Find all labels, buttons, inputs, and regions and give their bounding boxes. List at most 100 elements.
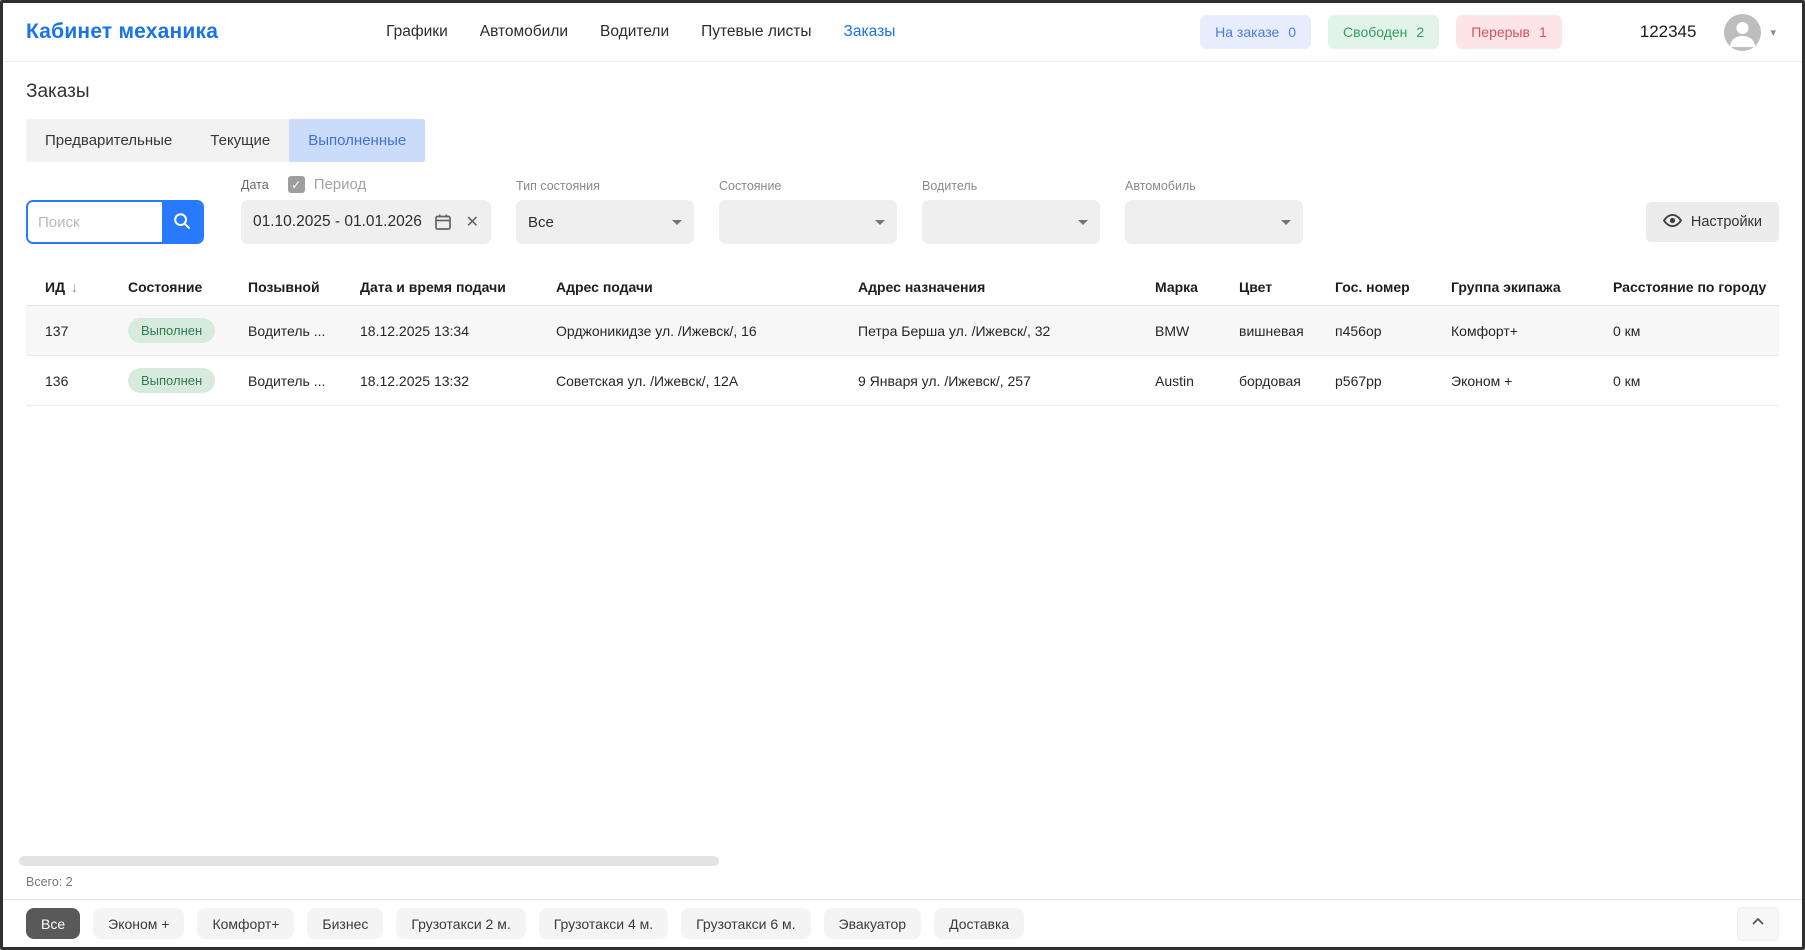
select-value: Все (528, 214, 672, 231)
nav-item[interactable]: Автомобили (480, 23, 568, 41)
badge-count: 2 (1416, 24, 1424, 40)
driver-status-badges: На заказе 0 Свободен 2 Перерыв 1 (1200, 15, 1562, 49)
tab[interactable]: Текущие (191, 119, 289, 162)
cell-id: 137 (45, 323, 128, 339)
crew-group-chip[interactable]: Эконом + (93, 908, 184, 939)
status-counter-badge[interactable]: Перерыв 1 (1456, 15, 1562, 49)
crew-group-chip[interactable]: Бизнес (307, 908, 383, 939)
status-badge: Выполнен (128, 318, 215, 343)
column-header[interactable]: Адрес назначения ↓ (858, 279, 1155, 295)
column-header[interactable]: Марка ↓ (1155, 279, 1239, 295)
nav-item[interactable]: Заказы (844, 23, 896, 41)
column-header[interactable]: Позывной ↓ (248, 279, 360, 295)
column-label: Позывной (248, 279, 320, 295)
caret-down-icon (1078, 220, 1088, 225)
cell-distance: 0 км (1613, 373, 1779, 389)
badge-label: Свободен (1343, 24, 1407, 40)
column-header[interactable]: Дата и время подачи ↓ (360, 279, 556, 295)
select-control[interactable] (719, 200, 897, 244)
crew-group-chip[interactable]: Все (26, 908, 80, 939)
crew-group-chip[interactable]: Комфорт+ (197, 908, 294, 939)
filter-select-group: Водитель (922, 179, 1100, 244)
crew-group-chip[interactable]: Доставка (934, 908, 1024, 939)
settings-button[interactable]: Настройки (1646, 202, 1779, 242)
column-label: ИД (45, 279, 65, 295)
user-id: 122345 (1640, 22, 1697, 42)
nav-item[interactable]: Графики (386, 23, 448, 41)
crew-group-chip[interactable]: Грузотакси 2 м. (396, 908, 525, 939)
search-box (26, 200, 204, 244)
clear-date-icon[interactable]: ✕ (466, 212, 479, 232)
select-control[interactable]: Все (516, 200, 694, 244)
cell-brand: BMW (1155, 323, 1239, 339)
column-header[interactable]: ИД ↓ (45, 279, 128, 295)
cell-pickup-address: Советская ул. /Ижевск/, 12А (556, 373, 858, 389)
select-control[interactable] (1125, 200, 1303, 244)
crew-group-chip[interactable]: Грузотакси 4 м. (539, 908, 668, 939)
cell-destination-address: 9 Января ул. /Ижевск/, 257 (858, 373, 1155, 389)
filters-bar: Дата ✓ Период 01.10.2025 - 01.01.2026 (26, 176, 1779, 244)
page-title: Заказы (26, 81, 1779, 103)
cell-distance: 0 км (1613, 323, 1779, 339)
column-label: Группа экипажа (1451, 279, 1561, 295)
tab[interactable]: Выполненные (289, 119, 425, 162)
search-button[interactable] (162, 202, 202, 242)
nav-item[interactable]: Путевые листы (701, 23, 811, 41)
search-icon (172, 211, 192, 234)
cell-status: Выполнен (128, 318, 248, 343)
sort-desc-icon[interactable]: ↓ (71, 279, 78, 295)
badge-label: На заказе (1215, 24, 1279, 40)
eye-icon (1663, 211, 1682, 234)
cell-crew-group: Комфорт+ (1451, 323, 1613, 339)
horizontal-scrollbar[interactable] (19, 856, 719, 866)
cell-status: Выполнен (128, 368, 248, 393)
column-label: Дата и время подачи (360, 279, 506, 295)
status-badge: Выполнен (128, 368, 215, 393)
user-avatar[interactable] (1724, 14, 1761, 51)
badge-label: Перерыв (1471, 24, 1530, 40)
date-range-value: 01.10.2025 - 01.01.2026 (253, 213, 434, 231)
check-icon: ✓ (291, 178, 301, 192)
caret-down-icon (1281, 220, 1291, 225)
column-header[interactable]: Расстояние по городу ↓ (1613, 279, 1779, 295)
calendar-icon[interactable] (434, 213, 452, 231)
select-control[interactable] (922, 200, 1100, 244)
table-body: 137 Выполнен Водитель ... 18.12.2025 13:… (26, 306, 1779, 406)
crew-group-chip[interactable]: Грузотакси 6 м. (681, 908, 810, 939)
crew-group-chip[interactable]: Эвакуатор (824, 908, 922, 939)
date-filter-group: Дата ✓ Период 01.10.2025 - 01.01.2026 (241, 176, 491, 244)
select-label: Тип состояния (516, 179, 694, 193)
caret-down-icon (875, 220, 885, 225)
table-header-row: ИД ↓ Состояние ↓ Позывной ↓ Дата и (26, 268, 1779, 306)
status-counter-badge[interactable]: На заказе 0 (1200, 15, 1311, 49)
cell-crew-group: Эконом + (1451, 373, 1613, 389)
cell-plate: п456ор (1335, 323, 1451, 339)
orders-table: ИД ↓ Состояние ↓ Позывной ↓ Дата и (26, 268, 1779, 406)
crew-group-filter-bar: Все Эконом + Комфорт+ Бизнес Грузотакси … (3, 899, 1802, 947)
column-label: Цвет (1239, 279, 1272, 295)
content-spacer (26, 406, 1779, 856)
column-header[interactable]: Состояние ↓ (128, 279, 248, 295)
search-input[interactable] (28, 202, 162, 242)
cell-pickup-address: Орджоникидзе ул. /Ижевск/, 16 (556, 323, 858, 339)
table-row[interactable]: 137 Выполнен Водитель ... 18.12.2025 13:… (26, 306, 1779, 356)
column-header[interactable]: Гос. номер ↓ (1335, 279, 1451, 295)
cell-color: бордовая (1239, 373, 1335, 389)
top-header: Кабинет механика Графики Автомобили Води… (3, 3, 1802, 62)
chevron-down-icon[interactable]: ▾ (1770, 26, 1776, 39)
column-header[interactable]: Адрес подачи ↓ (556, 279, 858, 295)
date-label: Дата (241, 178, 269, 192)
nav-item[interactable]: Водители (600, 23, 669, 41)
badge-count: 1 (1539, 24, 1547, 40)
table-row[interactable]: 136 Выполнен Водитель ... 18.12.2025 13:… (26, 356, 1779, 406)
mechanic-cabinet-app: Кабинет механика Графики Автомобили Води… (0, 0, 1805, 950)
column-header[interactable]: Группа экипажа ↓ (1451, 279, 1613, 295)
column-header[interactable]: Цвет ↓ (1239, 279, 1335, 295)
date-range-field[interactable]: 01.10.2025 - 01.01.2026 ✕ (241, 200, 491, 244)
period-checkbox[interactable]: ✓ (288, 176, 305, 193)
tab[interactable]: Предварительные (26, 119, 191, 162)
caret-down-icon (672, 220, 682, 225)
status-counter-badge[interactable]: Свободен 2 (1328, 15, 1439, 49)
collapse-bar-button[interactable] (1737, 907, 1779, 941)
column-label: Марка (1155, 279, 1198, 295)
